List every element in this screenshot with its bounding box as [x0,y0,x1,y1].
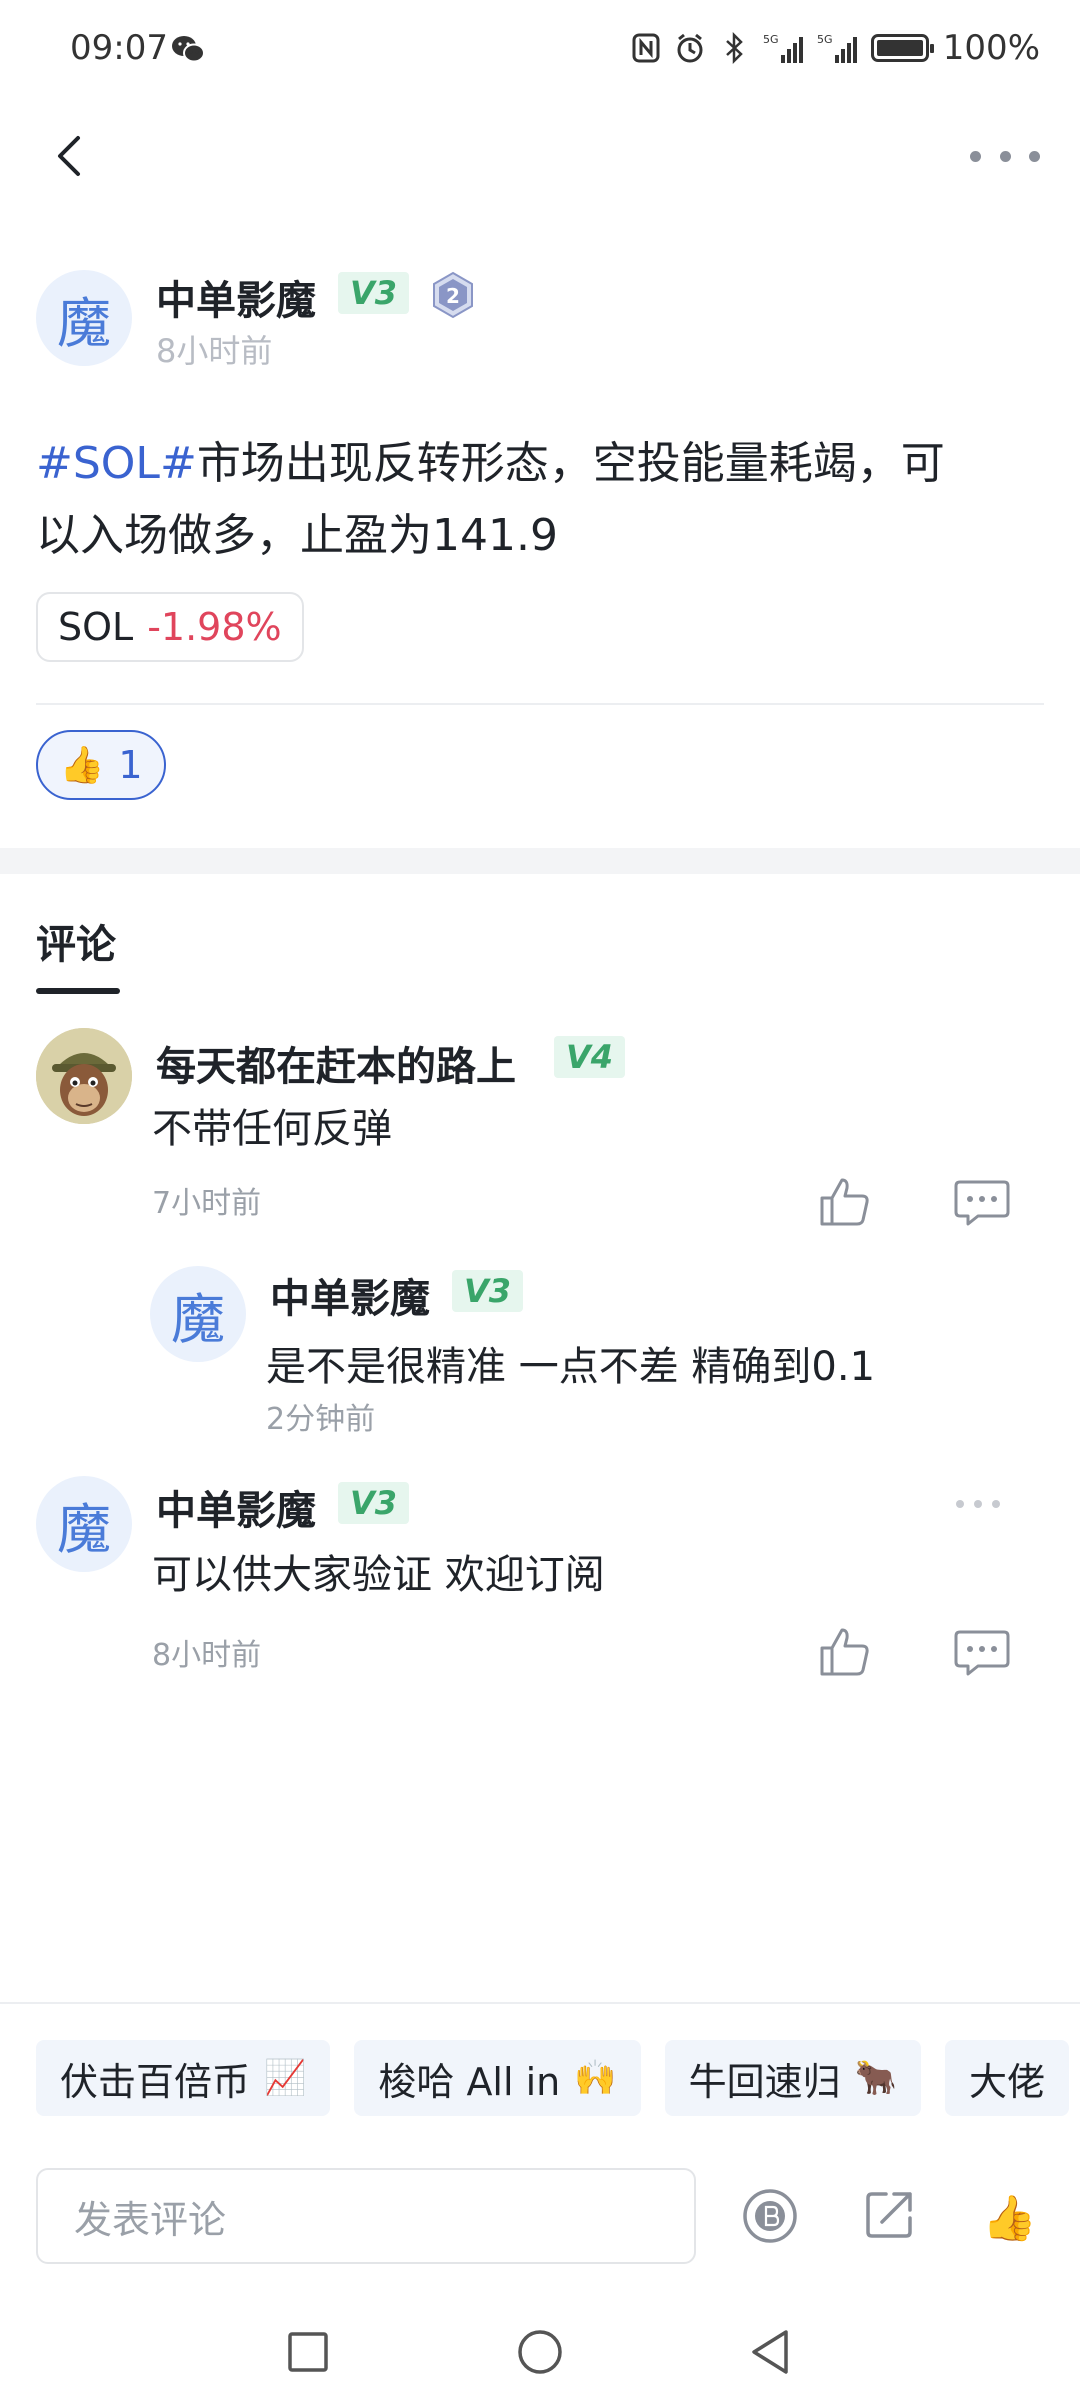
quick-reply-label: 牛回速归 [688,2059,841,2104]
quick-reply-chip[interactable]: 伏击百倍币 📈 [36,2040,331,2116]
quick-reply-label: 梭哈 All in [378,2059,561,2104]
tab-active-indicator [36,988,120,994]
dot [999,150,1011,162]
vip-badge: V3 [338,1482,410,1524]
dot [956,1500,964,1508]
commenter-name[interactable]: 中单影魔 [156,1478,316,1536]
section-separator [0,848,1080,874]
quick-reply-row: 伏击百倍币 📈 梭哈 All in 🙌 牛回速归 🐂 大佬 [36,2040,1069,2116]
post-time: 8小时前 [156,332,273,370]
comment-input-placeholder: 发表评论 [74,2197,227,2242]
quick-reply-chip[interactable]: 梭哈 All in 🙌 [354,2040,641,2116]
status-bar: 09:07 5G 5G 100% [0,0,1080,100]
comment-text: 不带任何反弹 [152,1106,392,1152]
reply-author-name[interactable]: 中单影魔 [270,1266,430,1324]
share-icon[interactable] [860,2184,920,2244]
level-badge-icon: 2 [433,271,473,319]
recent-apps-icon[interactable] [286,2330,330,2374]
alarm-icon [677,33,703,63]
tip-coin-icon[interactable] [740,2186,800,2246]
dot [970,150,981,162]
comment-more-button[interactable] [956,1496,1000,1512]
wechat-icon [172,36,205,63]
like-count: 1 [118,743,143,787]
back-nav-icon[interactable] [746,2328,794,2376]
raising-hands-emoji-icon: 🙌 [574,2058,617,2098]
quick-reply-chip[interactable]: 大佬 [944,2040,1069,2116]
comment-time: 7小时前 [152,1186,262,1221]
coin-change: -1.98% [147,605,282,649]
post-content-line-1: #SOL#市场出现反转形态，空投能量耗竭，可 [36,428,1046,500]
dot [1029,150,1040,162]
quick-reply-label: 伏击百倍币 [60,2059,251,2104]
quick-reply-chip[interactable]: 牛回速归 🐂 [664,2040,921,2116]
comment-text: 可以供大家验证 欢迎订阅 [152,1552,605,1598]
reply-time: 2分钟前 [266,1402,376,1437]
ape-avatar-image [36,1028,132,1124]
reply-icon[interactable] [952,1622,1012,1682]
post-text-line1: 市场出现反转形态，空投能量耗竭，可 [196,438,945,489]
thumbs-up-emoji-icon: 👍 [59,745,105,786]
signal-icon-2: 5G [817,33,857,63]
vip-badge: V3 [338,272,410,314]
svg-text:5G: 5G [763,33,779,46]
system-nav-bar [0,2300,1080,2400]
coin-tag[interactable]: SOL -1.98% [36,592,304,662]
vip-badge: V4 [554,1036,626,1078]
hashtag-link[interactable]: #SOL# [36,438,197,489]
like-icon[interactable] [814,1622,874,1682]
tab-comments[interactable]: 评论 [36,912,116,970]
post-text-line2: 以入场做多，止盈为141.9 [36,510,558,561]
signal-icon-1: 5G [763,33,803,63]
status-time: 09:07 [70,28,168,68]
back-icon[interactable] [40,126,100,186]
vip-badge: V3 [452,1270,524,1312]
dot [974,1500,982,1508]
bottom-divider [0,2002,1080,2004]
status-icons: 5G 5G 100% [631,26,1040,70]
comment-time: 8小时前 [152,1638,262,1673]
like-icon[interactable] [814,1172,874,1232]
quick-reply-label: 大佬 [968,2059,1045,2104]
commenter-avatar[interactable] [36,1028,132,1124]
reply-icon[interactable] [952,1172,1012,1232]
reply-text: 是不是很精准 一点不差 精确到0.1 [266,1344,876,1390]
post-like-button[interactable]: 👍 1 [36,730,166,800]
reply-author-avatar[interactable]: 魔 [150,1266,246,1362]
chart-up-emoji-icon: 📈 [264,2058,307,2098]
dot [992,1500,1000,1508]
battery-icon [870,34,934,62]
commenter-avatar[interactable]: 魔 [36,1476,132,1572]
post-content: #SOL#市场出现反转形态，空投能量耗竭，可 以入场做多，止盈为141.9 [36,428,1046,572]
bluetooth-icon [725,31,743,65]
divider [36,703,1044,705]
more-options-button[interactable] [970,136,1040,176]
thumbs-up-icon[interactable]: 👍 [982,2192,1037,2244]
ox-emoji-icon: 🐂 [854,2058,897,2098]
battery-percent: 100% [942,28,1040,68]
svg-text:2: 2 [446,284,460,308]
comment-input[interactable]: 发表评论 [36,2168,696,2264]
commenter-name[interactable]: 每天都在赶本的路上 [156,1034,516,1092]
svg-text:5G: 5G [817,33,833,46]
nfc-icon [632,33,660,63]
post-author-avatar[interactable]: 魔 [36,270,132,366]
home-icon[interactable] [516,2328,564,2376]
coin-symbol: SOL [58,605,134,649]
post-author-name[interactable]: 中单影魔 [156,268,316,326]
